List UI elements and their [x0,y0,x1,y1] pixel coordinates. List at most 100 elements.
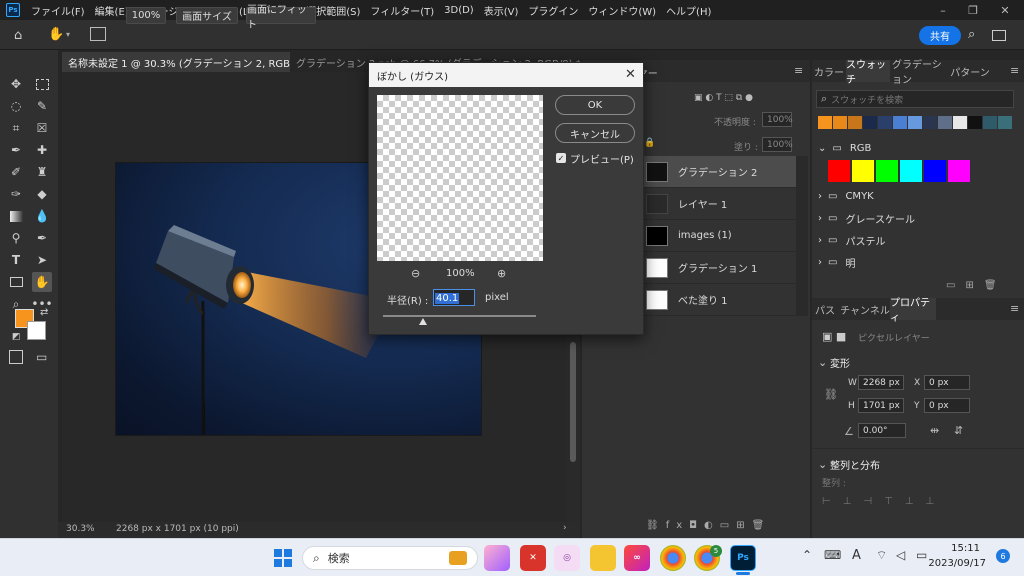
blur-tool-icon[interactable]: 💧 [32,206,52,226]
search-icon[interactable]: ⌕ [968,27,975,42]
swatch[interactable] [878,116,892,129]
panel-menu-icon[interactable]: ≡ [1010,64,1019,77]
eyedropper-icon[interactable]: ✒ [6,140,26,160]
menu-file[interactable]: ファイル(F) [26,3,90,18]
radius-slider-track[interactable] [383,315,536,317]
ime-indicator[interactable]: A [852,548,861,563]
swatch[interactable] [924,160,946,182]
tab-patterns[interactable]: パターン [950,60,990,82]
status-arrow-icon[interactable]: › [563,523,567,533]
tab-paths[interactable]: パス [812,298,838,320]
angle-input[interactable]: 0.00° [858,423,906,438]
dodge-tool-icon[interactable]: ⚲ [6,228,26,248]
move-tool-icon[interactable]: ✥ [6,74,26,94]
x-input[interactable]: 0 px [924,375,970,390]
zoom-in-icon[interactable]: ⊕ [497,267,506,280]
photoshop-taskbar-icon[interactable]: Ps [730,545,756,571]
ok-button[interactable]: OK [555,95,635,115]
swatch[interactable] [998,116,1012,129]
clock-date[interactable]: 2023/09/17 [926,558,986,569]
background-color-swatch[interactable] [27,321,46,340]
path-select-icon[interactable]: ➤ [32,250,52,270]
chrome-icon[interactable] [660,545,686,571]
swatch[interactable] [876,160,898,182]
menu-window[interactable]: ウィンドウ(W) [583,3,661,18]
maximize-icon[interactable]: ❐ [958,0,988,20]
swatch[interactable] [968,116,982,129]
chevron-up-icon[interactable]: ⌃ [802,548,812,562]
screen-mode-icon[interactable] [90,27,106,41]
volume-icon[interactable]: ◁ [896,548,905,562]
menu-plugins[interactable]: プラグイン [523,3,583,18]
menu-filter[interactable]: フィルター(T) [365,3,439,18]
swatch-group-rgb[interactable]: ⌄ ▭ RGB [812,137,1024,159]
swatch[interactable] [983,116,997,129]
menu-help[interactable]: ヘルプ(H) [661,3,716,18]
panel-menu-icon[interactable]: ≡ [1010,302,1019,315]
creative-cloud-icon[interactable]: ∞ [624,545,650,571]
chevron-down-icon[interactable]: ▾ [66,30,70,39]
windows-start-icon[interactable] [272,547,294,569]
y-input[interactable]: 0 px [924,398,970,413]
radius-input[interactable]: 40.1 [433,289,475,306]
radius-slider-thumb[interactable] [418,318,427,325]
tab-swatches[interactable]: スウォッチ [846,60,890,86]
wifi-icon[interactable]: ⌔ [876,548,887,563]
swatch[interactable] [953,116,967,129]
gradient-tool-icon[interactable] [6,206,26,226]
chevron-down-icon[interactable]: ⌄ [818,458,827,471]
swatch[interactable] [923,116,937,129]
swatch[interactable] [908,116,922,129]
panel-menu-icon[interactable]: ≡ [794,64,803,77]
tab-gradients[interactable]: グラデーション [892,60,948,86]
lock-icon[interactable]: 🔒 [644,138,655,148]
history-brush-icon[interactable]: ✑ [6,184,26,204]
blur-preview[interactable] [377,95,543,261]
tab-properties[interactable]: プロパティ [890,298,936,324]
close-window-icon[interactable]: ✕ [990,0,1020,20]
taskbar-search-box[interactable]: ⌕ 検索 [302,546,478,570]
swatch[interactable] [848,116,862,129]
preview-checkbox[interactable]: ✓ [556,153,566,163]
app-icon-fingerprint[interactable]: ◎ [554,545,580,571]
flip-vertical-icon[interactable]: ⇵ [954,424,963,437]
clock-time[interactable]: 15:11 [944,543,980,554]
hand-tool-active-icon[interactable]: ✋ [32,272,52,292]
layer-actions-icons[interactable]: ⛓fx◘◐▭⊞🗑 [646,520,796,531]
pen-tool-icon[interactable]: ✒ [32,228,52,248]
swatch-actions-icons[interactable]: ▭⊞🗑 [946,280,1016,291]
cancel-button[interactable]: キャンセル [555,123,635,143]
hand-tool-icon[interactable]: ✋ [48,27,64,42]
keyboard-icon[interactable]: ⌨ [824,548,841,562]
fit-window-button[interactable]: 画面にフィット [246,5,316,31]
swatch-group-cmyk[interactable]: › ▭ CMYK [812,185,1024,207]
share-button[interactable]: 共有 [919,26,961,45]
eraser-tool-icon[interactable]: ◆ [32,184,52,204]
zoom-out-icon[interactable]: ⊖ [411,267,420,280]
height-input[interactable]: 1701 px [858,398,904,413]
healing-brush-icon[interactable]: ✚ [32,140,52,160]
swatch-group-grayscale[interactable]: › ▭ グレースケール [812,207,1024,229]
fit-screen-button[interactable]: 画面サイズ [176,7,238,24]
chevron-down-icon[interactable]: ⌄ [818,356,827,369]
app-icon-copilot[interactable] [484,545,510,571]
lasso-tool-icon[interactable]: ◌ [6,96,26,116]
file-explorer-icon[interactable] [590,545,616,571]
stamp-tool-icon[interactable]: ♜ [32,162,52,182]
zoom-percent-button[interactable]: 100% [126,7,166,24]
swatch-group-pastel[interactable]: › ▭ パステル [812,229,1024,251]
width-input[interactable]: 2268 px [858,375,904,390]
workspace-icon[interactable] [992,30,1006,41]
swatch[interactable] [852,160,874,182]
swatch[interactable] [900,160,922,182]
frame-tool-icon[interactable]: ☒ [32,118,52,138]
crop-tool-icon[interactable]: ⌗ [6,118,26,138]
default-colors-icon[interactable]: ◩ [12,332,21,342]
swatch[interactable] [863,116,877,129]
filter-icons[interactable]: ▣ ◐ T ⬚ ⧉ ● [694,93,794,105]
home-icon[interactable]: ⌂ [14,28,22,43]
doc-tab-active[interactable]: 名称未設定 1 @ 30.3% (グラデーション 2, RGB/8) * [62,52,290,72]
screen-mode-tool-icon[interactable]: ▭ [36,350,47,364]
swatch-group-light[interactable]: › ▭ 明 [812,251,1024,273]
align-icons[interactable]: ⊢⊥⊣⊤⊥⊥ [822,496,1012,507]
